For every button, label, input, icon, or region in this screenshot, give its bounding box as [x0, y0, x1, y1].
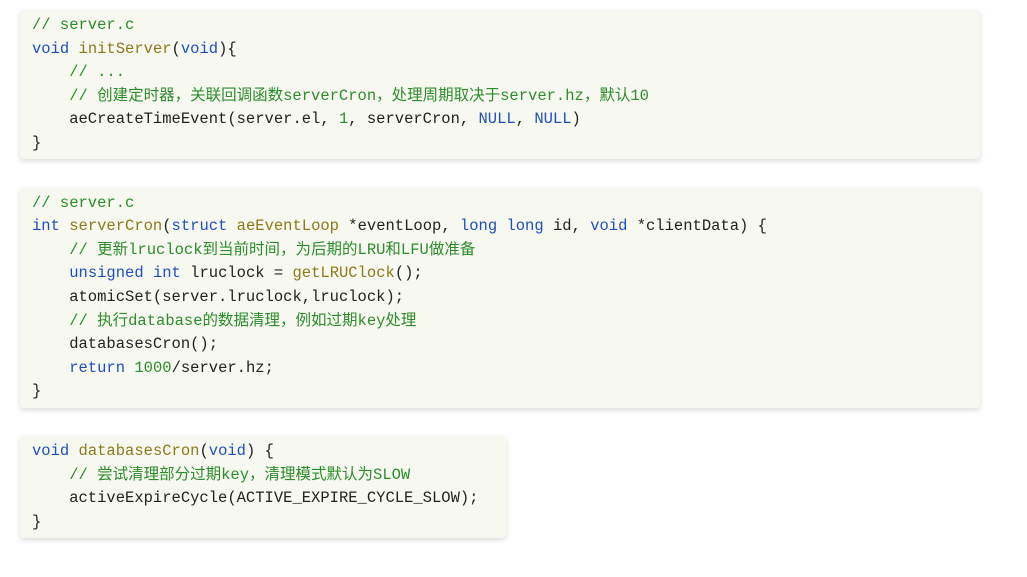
code-block-3: void databasesCron(void) { // 尝试清理部分过期ke…	[20, 436, 506, 538]
func-name: initServer	[79, 40, 172, 58]
comment-line: // 执行database的数据清理，例如过期key处理	[32, 312, 416, 330]
keyword-long: long	[460, 217, 497, 235]
code-text: lruclock =	[181, 264, 293, 282]
type-name: aeEventLoop	[237, 217, 339, 235]
func-name: databasesCron	[79, 442, 200, 460]
code-text: *eventLoop,	[339, 217, 460, 235]
code-text: databasesCron();	[32, 335, 218, 353]
keyword-void: void	[590, 217, 627, 235]
code-text: activeExpireCycle(ACTIVE_EXPIRE_CYCLE_SL…	[32, 489, 478, 507]
code-block-2: // server.c int serverCron(struct aeEven…	[20, 188, 980, 408]
code-block-1: // server.c void initServer(void){ // ..…	[20, 10, 980, 159]
code-text: atomicSet(server.lruclock,lruclock);	[32, 288, 404, 306]
code-text: ) {	[246, 442, 274, 460]
keyword-void: void	[32, 442, 69, 460]
code-text: (	[199, 442, 208, 460]
code-text: (	[162, 217, 171, 235]
comment-line: // server.c	[32, 194, 134, 212]
code-text: )	[572, 110, 581, 128]
keyword-int: int	[153, 264, 181, 282]
code-text: *clientData) {	[627, 217, 767, 235]
keyword-unsigned: unsigned	[69, 264, 143, 282]
code-text: ();	[395, 264, 423, 282]
code-text: }	[32, 382, 41, 400]
keyword-void-param: void	[209, 442, 246, 460]
keyword-void: void	[32, 40, 69, 58]
comment-line: // 创建定时器，关联回调函数serverCron，处理周期取决于server.…	[32, 87, 649, 105]
code-text: , serverCron,	[348, 110, 478, 128]
keyword-void-param: void	[181, 40, 218, 58]
code-text: ){	[218, 40, 237, 58]
func-call: getLRUClock	[292, 264, 394, 282]
code-text: }	[32, 134, 41, 152]
code-text: }	[32, 513, 41, 531]
keyword-long: long	[506, 217, 543, 235]
keyword-return: return	[69, 359, 125, 377]
code-text: /server.hz;	[172, 359, 274, 377]
comment-line: // 更新lruclock到当前时间，为后期的LRU和LFU做准备	[32, 241, 475, 259]
keyword-struct: struct	[172, 217, 228, 235]
func-name: serverCron	[69, 217, 162, 235]
keyword-int: int	[32, 217, 60, 235]
null-literal: NULL	[534, 110, 571, 128]
comment-line: // server.c	[32, 16, 134, 34]
code-text: ,	[516, 110, 535, 128]
null-literal: NULL	[479, 110, 516, 128]
number-literal: 1000	[134, 359, 171, 377]
comment-line: // ...	[32, 63, 125, 81]
comment-line: // 尝试清理部分过期key，清理模式默认为SLOW	[32, 466, 410, 484]
code-text: id,	[544, 217, 591, 235]
number-literal: 1	[339, 110, 348, 128]
code-text: aeCreateTimeEvent(server.el,	[32, 110, 339, 128]
